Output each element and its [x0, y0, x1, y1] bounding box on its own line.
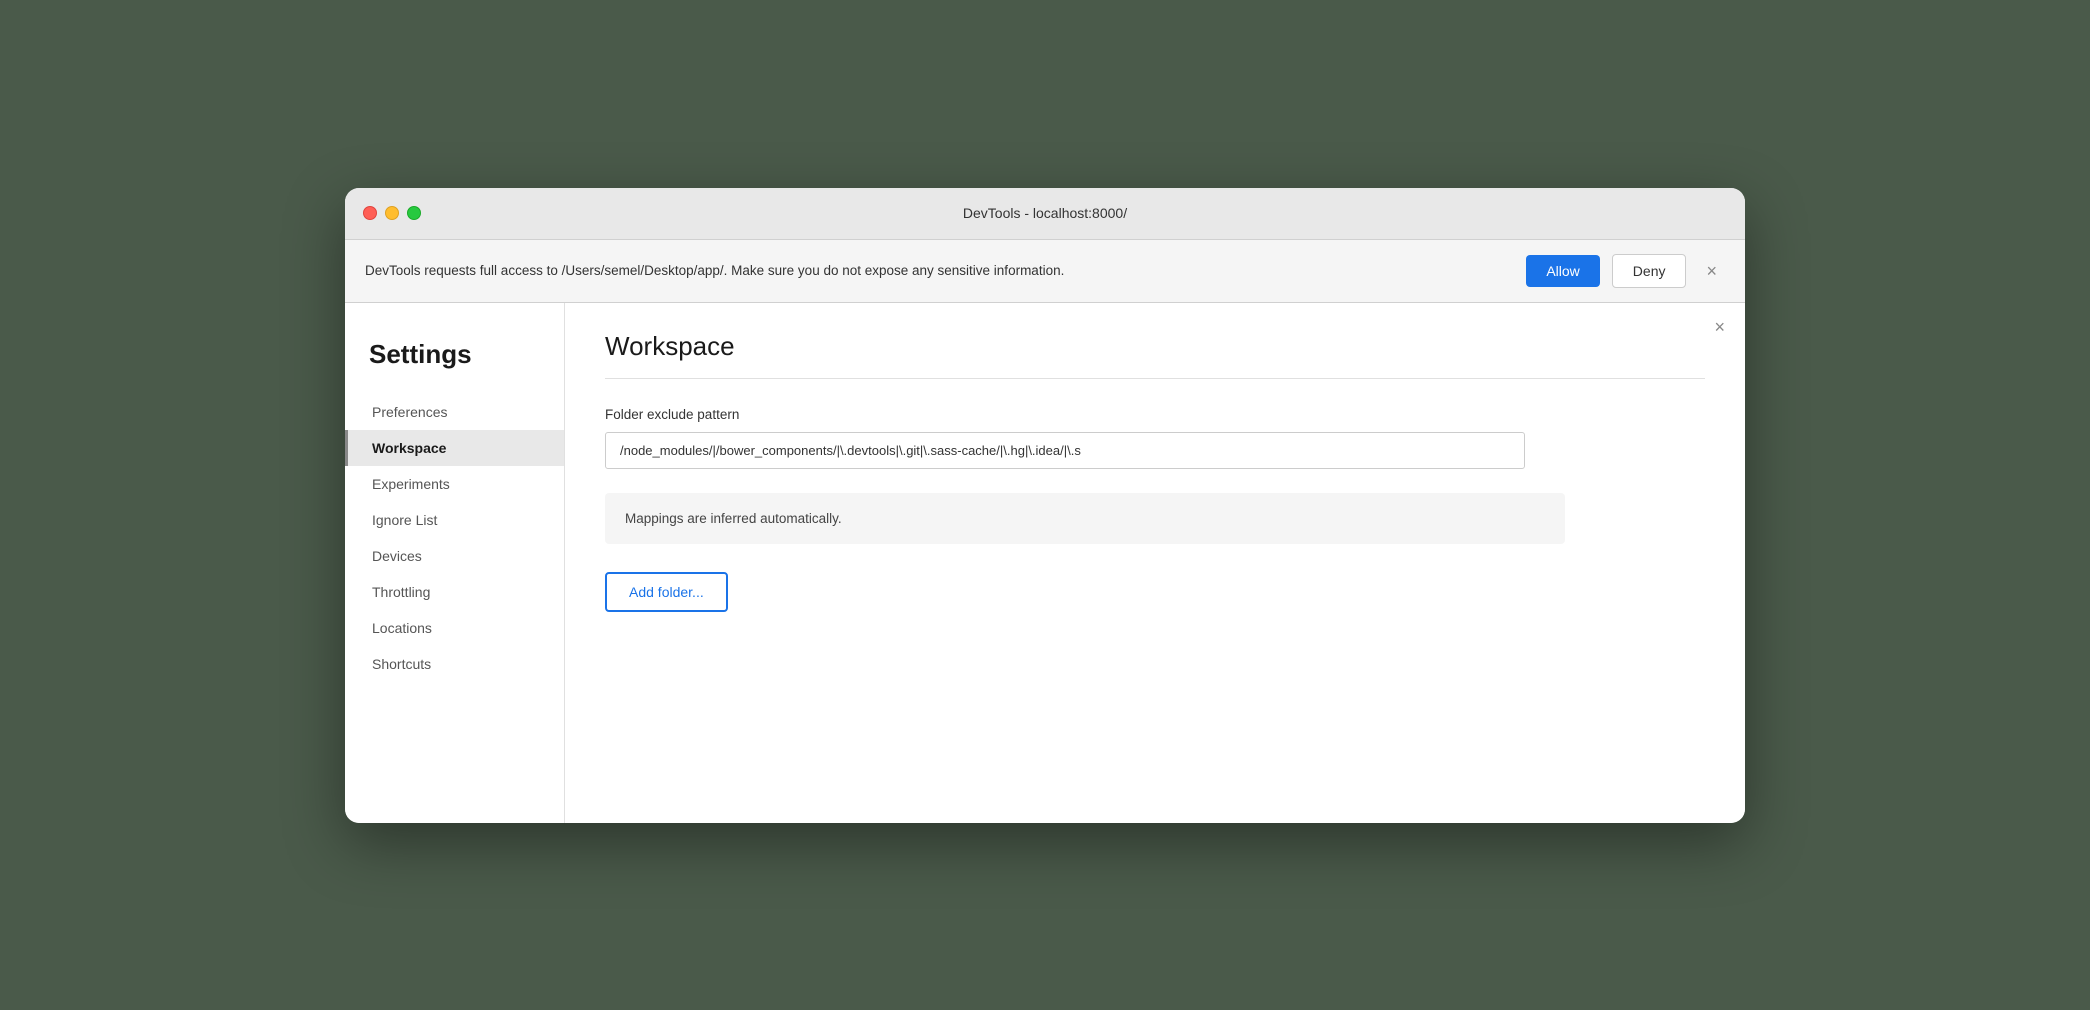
sidebar-item-shortcuts[interactable]: Shortcuts: [345, 646, 564, 682]
content-divider: [605, 378, 1705, 379]
add-folder-button[interactable]: Add folder...: [605, 572, 728, 612]
mappings-info-box: Mappings are inferred automatically.: [605, 493, 1565, 544]
devtools-window: DevTools - localhost:8000/ DevTools requ…: [345, 188, 1745, 823]
close-button[interactable]: [363, 206, 377, 220]
sidebar-item-devices[interactable]: Devices: [345, 538, 564, 574]
main-close-button[interactable]: ×: [1714, 317, 1725, 338]
titlebar: DevTools - localhost:8000/: [345, 188, 1745, 240]
sidebar-item-workspace[interactable]: Workspace: [345, 430, 564, 466]
sidebar-item-throttling[interactable]: Throttling: [345, 574, 564, 610]
maximize-button[interactable]: [407, 206, 421, 220]
allow-button[interactable]: Allow: [1526, 255, 1599, 287]
banner-close-button[interactable]: ×: [1698, 258, 1725, 284]
settings-content: Workspace Folder exclude pattern Mapping…: [565, 303, 1745, 823]
sidebar-item-preferences[interactable]: Preferences: [345, 394, 564, 430]
permission-banner: DevTools requests full access to /Users/…: [345, 240, 1745, 303]
settings-sidebar: Settings Preferences Workspace Experimen…: [345, 303, 565, 823]
window-title: DevTools - localhost:8000/: [963, 205, 1127, 221]
folder-exclude-label: Folder exclude pattern: [605, 407, 1705, 422]
settings-heading: Settings: [345, 323, 564, 394]
sidebar-item-ignore-list[interactable]: Ignore List: [345, 502, 564, 538]
permission-text: DevTools requests full access to /Users/…: [365, 263, 1514, 278]
sidebar-item-experiments[interactable]: Experiments: [345, 466, 564, 502]
traffic-lights: [363, 206, 421, 220]
main-content: × Settings Preferences Workspace Experim…: [345, 303, 1745, 823]
deny-button[interactable]: Deny: [1612, 254, 1687, 288]
content-title: Workspace: [605, 331, 1705, 362]
sidebar-item-locations[interactable]: Locations: [345, 610, 564, 646]
minimize-button[interactable]: [385, 206, 399, 220]
folder-exclude-input[interactable]: [605, 432, 1525, 469]
